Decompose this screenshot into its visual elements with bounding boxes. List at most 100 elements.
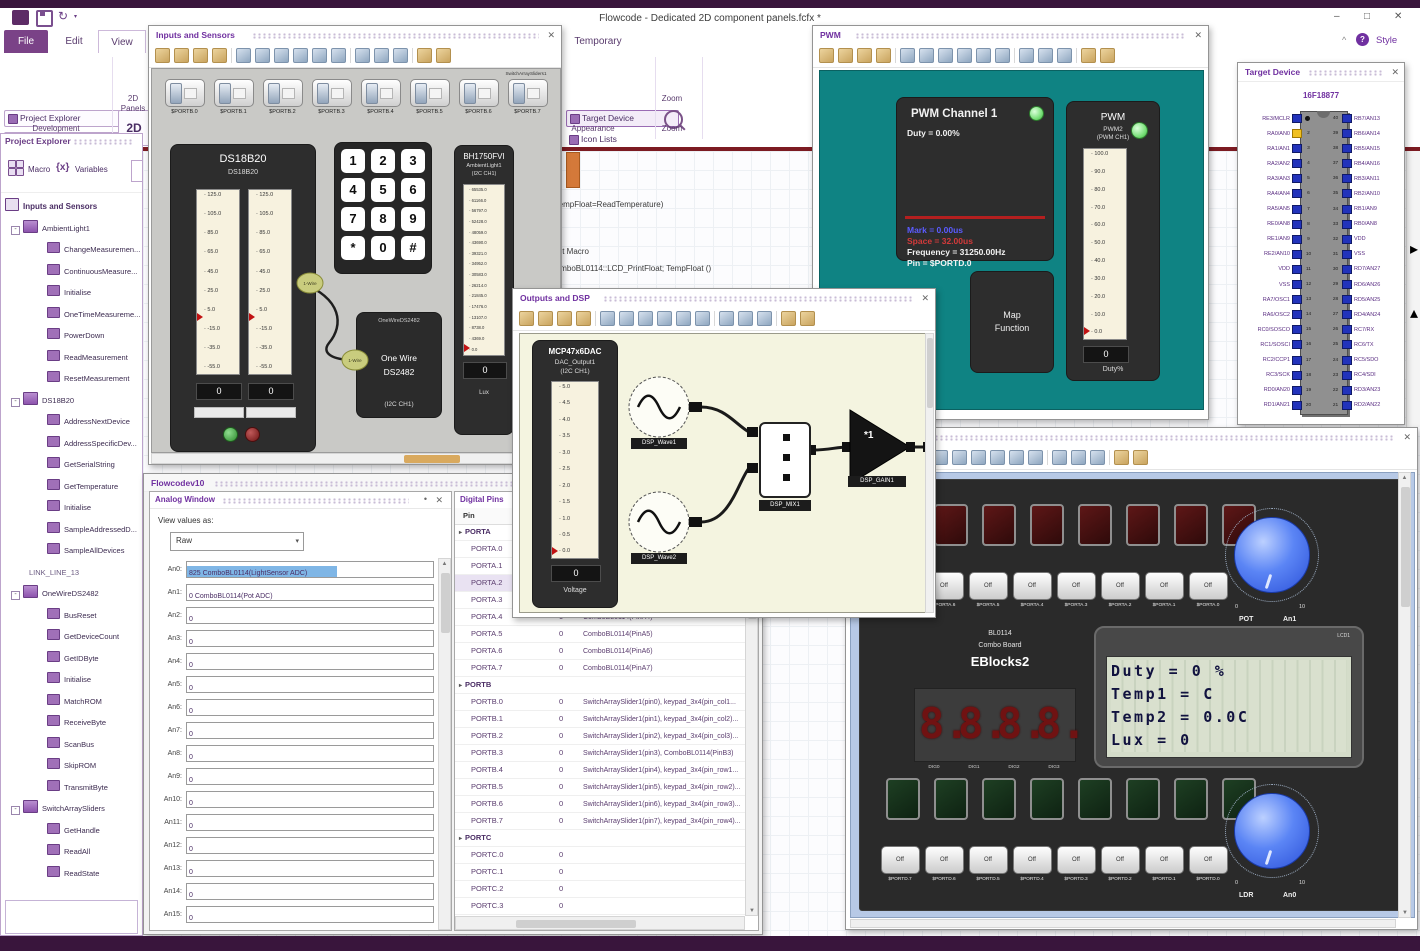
analog-value-field[interactable]: 0 [186,630,434,647]
digital-row-portb-1[interactable]: PORTB.1 0 SwitchArraySlider1(pin1), keypad… [455,711,745,728]
switch-body[interactable] [262,79,303,107]
tree-item-ds18b20[interactable]: - DS18B20 [1,390,142,412]
tool-icon[interactable] [1133,450,1148,465]
tool-icon[interactable] [619,311,634,326]
tab-temporary[interactable]: Temporary [564,30,632,53]
group-arrow-icon[interactable]: ▸ [459,683,462,689]
tree-item-initialise[interactable]: Initialise [1,669,142,691]
scroll-thumb[interactable] [1401,487,1410,607]
toggle-button[interactable]: Off [1144,846,1184,874]
tool-icon[interactable] [900,48,915,63]
toggle-button[interactable]: Off [1188,846,1228,874]
tool-icon[interactable] [155,48,170,63]
tool-icon[interactable] [657,311,672,326]
expand-toggle-icon[interactable]: - [11,397,20,407]
eblocks-horizontal-scrollbar[interactable] [850,919,1396,928]
switch-body[interactable] [409,79,450,107]
analog-value-field[interactable]: 0 [186,745,434,762]
switch-body[interactable] [311,79,352,107]
analog-value-field[interactable]: 0 [186,768,434,785]
tool-icon[interactable] [971,450,986,465]
tool-icon[interactable] [757,311,772,326]
slider-switch-portb-3[interactable]: $PORTB.3 [307,79,356,115]
toggle-button[interactable]: Off [1056,846,1096,874]
tool-icon[interactable] [819,48,834,63]
macro-button-label[interactable]: Macro [28,165,50,174]
slider-switch-portb-6[interactable]: $PORTB.6 [454,79,503,115]
tool-icon[interactable] [876,48,891,63]
tree-item-powerdown[interactable]: PowerDown [1,325,142,347]
minimize-button[interactable]: – [1334,11,1340,22]
tree-item-continuousmeasure[interactable]: ContinuousMeasure... [1,261,142,283]
toggle-button[interactable]: Off [1144,572,1184,600]
toggle-button[interactable]: Off [1100,846,1140,874]
target-close-icon[interactable]: ✕ [1391,67,1399,78]
tool-icon[interactable] [1114,450,1129,465]
tree-item-gethandle[interactable]: GetHandle [1,820,142,842]
digital-row-portb-2[interactable]: PORTB.2 0 SwitchArraySlider1(pin2), keypad… [455,728,745,745]
tool-icon[interactable] [557,311,572,326]
digital-row-portb-4[interactable]: PORTB.4 0 SwitchArraySlider1(pin4), keypad… [455,762,745,779]
analog-header[interactable]: Analog Window • ✕ [150,492,451,509]
analog-value-field[interactable]: 0 [186,814,434,831]
toggle-button[interactable]: Off [1012,572,1052,600]
macro-grid-icon[interactable] [8,160,24,176]
eblocks-vertical-scrollbar[interactable]: ▲ ▼ [1398,472,1411,918]
slider-switch-portb-1[interactable]: $PORTB.1 [209,79,258,115]
digital-row-portc-0[interactable]: PORTC.0 0 [455,847,745,864]
slider-switch-portb-0[interactable]: $PORTB.0 [160,79,209,115]
analog-value-field[interactable]: 0 [186,699,434,716]
inputs-close-icon[interactable]: ✕ [547,30,555,41]
tree-item-addressnextdevice[interactable]: AddressNextDevice [1,411,142,433]
tool-icon[interactable] [436,48,451,63]
tab-file[interactable]: File [4,30,48,53]
keypad-key-4[interactable]: 4 [341,178,365,202]
analog-value-field[interactable]: 0 [186,837,434,854]
tool-icon[interactable] [676,311,691,326]
tree-item-getserialstring[interactable]: GetSerialString [1,454,142,476]
digital-row-porta-7[interactable]: PORTA.7 0 ComboBL0114(PinA7) [455,660,745,677]
analog-value-field[interactable]: 0 [186,906,434,923]
analog-minimize-icon[interactable]: • [424,494,427,504]
ribbon-item-icon-lists[interactable]: Icon Lists [566,132,677,147]
digital-row-portb-0[interactable]: PORTB.0 0 SwitchArraySlider1(pin0), keypad… [455,694,745,711]
toggle-button[interactable]: Off [1012,846,1052,874]
inputs-horizontal-scrollbar[interactable] [151,453,561,464]
toggle-button[interactable]: Off [968,572,1008,600]
tool-icon[interactable] [781,311,796,326]
toggle-button[interactable]: Off [968,846,1008,874]
toggle-button[interactable]: Off [880,846,920,874]
ldr-knob[interactable] [1234,793,1310,869]
tool-icon[interactable] [995,48,1010,63]
switch-body[interactable] [164,79,205,107]
toggle-button[interactable]: Off [1100,572,1140,600]
tree-item-samplealldevices[interactable]: SampleAllDevices [1,540,142,562]
tree-item-receivebyte[interactable]: ReceiveByte [1,712,142,734]
keypad-key-5[interactable]: 5 [371,178,395,202]
red-button[interactable] [245,427,260,442]
tree-item-addressspecificdev[interactable]: AddressSpecificDev... [1,433,142,455]
tool-icon[interactable] [1090,450,1105,465]
tool-icon[interactable] [538,311,553,326]
tree-item-gettemperature[interactable]: GetTemperature [1,476,142,498]
tab-edit[interactable]: Edit [54,30,94,53]
digital-row-portb-3[interactable]: PORTB.3 0 SwitchArraySlider1(pin3), ComboB… [455,745,745,762]
keypad-key-9[interactable]: 9 [401,207,425,231]
tree-item-transmitbyte[interactable]: TransmitByte [1,777,142,799]
tool-icon[interactable] [417,48,432,63]
tool-icon[interactable] [1057,48,1072,63]
green-button[interactable] [223,427,238,442]
switch-body[interactable] [213,79,254,107]
tree-item-onetimemeasureme[interactable]: OneTimeMeasureme... [1,304,142,326]
tree-item-link-line-13[interactable]: LINK_LINE_13 [1,562,142,584]
tool-icon[interactable] [393,48,408,63]
tree-item-matchrom[interactable]: MatchROM [1,691,142,713]
dsp-vertical-scrollbar[interactable] [925,333,934,613]
tool-icon[interactable] [1071,450,1086,465]
switch-body[interactable] [360,79,401,107]
digital-row-portb-7[interactable]: PORTB.7 0 SwitchArraySlider1(pin7), keypad… [455,813,745,830]
tool-icon[interactable] [519,311,534,326]
tool-icon[interactable] [719,311,734,326]
tree-item-onewireds2482[interactable]: - OneWireDS2482 [1,583,142,605]
main-vertical-scrollbar[interactable]: ▸ ▴ [1406,151,1420,427]
